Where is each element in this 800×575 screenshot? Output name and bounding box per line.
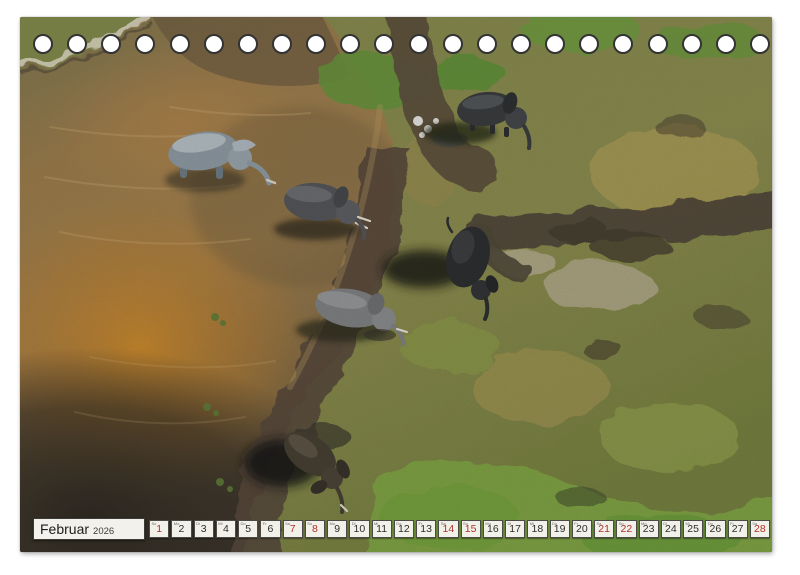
calendar-day-cell: Mi 4: [216, 520, 236, 538]
calendar-day-cell: Mi 18: [527, 520, 547, 538]
calendar-day-cell: Fr 20: [572, 520, 592, 538]
day-number: 3: [195, 522, 213, 537]
day-number: 23: [640, 522, 658, 537]
calendar-photo: Februar 2026 So 1 Mo 2 Di 3 Mi 4 Do 5 Fr…: [20, 17, 772, 552]
calendar-day-cell: Fr 6: [260, 520, 280, 538]
calendar-day-cell: Sa 14: [438, 520, 458, 538]
month-name: Februar: [40, 519, 89, 539]
photo-grain: [20, 17, 772, 552]
calendar-day-cell: Sa 28: [750, 520, 770, 538]
month-label-box: Februar 2026: [33, 518, 145, 540]
calendar-day-cell: Do 19: [550, 520, 570, 538]
day-number: 25: [684, 522, 702, 537]
binding-hole: [648, 34, 668, 54]
day-number: 18: [528, 522, 546, 537]
calendar-day-cell: Di 24: [661, 520, 681, 538]
calendar-day-cell: So 8: [305, 520, 325, 538]
day-number: 14: [439, 522, 457, 537]
calendar-day-cell: Fr 13: [416, 520, 436, 538]
binding-hole: [409, 34, 429, 54]
calendar-page: { "calendar": { "month_label": "Februar"…: [0, 0, 800, 575]
day-number: 28: [751, 522, 769, 537]
calendar-day-cell: Mo 9: [327, 520, 347, 538]
day-number: 6: [261, 522, 279, 537]
binding-hole: [716, 34, 736, 54]
day-number: 17: [506, 522, 524, 537]
binding-hole: [477, 34, 497, 54]
calendar-day-cell: So 1: [149, 520, 169, 538]
calendar-day-cell: Sa 21: [594, 520, 614, 538]
day-number: 19: [551, 522, 569, 537]
day-number: 1: [150, 522, 168, 537]
binding-hole: [67, 34, 87, 54]
binding-hole: [750, 34, 770, 54]
calendar-day-cell: So 22: [616, 520, 636, 538]
calendar-day-cell: Do 26: [705, 520, 725, 538]
binding-hole: [204, 34, 224, 54]
day-number: 20: [573, 522, 591, 537]
binding-hole: [545, 34, 565, 54]
day-number: 27: [729, 522, 747, 537]
day-number: 2: [172, 522, 190, 537]
calendar-day-cell: Mo 23: [639, 520, 659, 538]
calendar-day-cell: Mi 11: [372, 520, 392, 538]
calendar-day-strip: So 1 Mo 2 Di 3 Mi 4 Do 5 Fr 6 Sa 7 So 8 …: [149, 520, 770, 538]
calendar-day-cell: Do 5: [238, 520, 258, 538]
binding-hole: [272, 34, 292, 54]
day-number: 7: [284, 522, 302, 537]
calendar-day-cell: Di 17: [505, 520, 525, 538]
day-number: 5: [239, 522, 257, 537]
calendar-day-cell: Fr 27: [728, 520, 748, 538]
day-number: 12: [395, 522, 413, 537]
day-number: 15: [462, 522, 480, 537]
day-number: 13: [417, 522, 435, 537]
binding-hole: [238, 34, 258, 54]
binding-hole: [33, 34, 53, 54]
binding-hole: [443, 34, 463, 54]
binding-hole: [170, 34, 190, 54]
binding-hole: [306, 34, 326, 54]
day-number: 21: [595, 522, 613, 537]
day-number: 26: [706, 522, 724, 537]
day-number: 4: [217, 522, 235, 537]
calendar-day-cell: Mo 16: [483, 520, 503, 538]
calendar-day-cell: Sa 7: [283, 520, 303, 538]
calendar-day-cell: Mi 25: [683, 520, 703, 538]
day-number: 8: [306, 522, 324, 537]
day-number: 24: [662, 522, 680, 537]
day-number: 16: [484, 522, 502, 537]
calendar-day-cell: So 15: [461, 520, 481, 538]
calendar-day-cell: Mo 2: [171, 520, 191, 538]
binding-hole: [682, 34, 702, 54]
calendar-day-cell: Do 12: [394, 520, 414, 538]
calendar-day-cell: Di 3: [194, 520, 214, 538]
binding-hole: [511, 34, 531, 54]
year: 2026: [93, 526, 114, 537]
calendar-day-cell: Di 10: [349, 520, 369, 538]
day-number: 22: [617, 522, 635, 537]
day-number: 11: [373, 522, 391, 537]
day-number: 10: [350, 522, 368, 537]
day-number: 9: [328, 522, 346, 537]
aerial-delta-photo: [20, 17, 772, 552]
